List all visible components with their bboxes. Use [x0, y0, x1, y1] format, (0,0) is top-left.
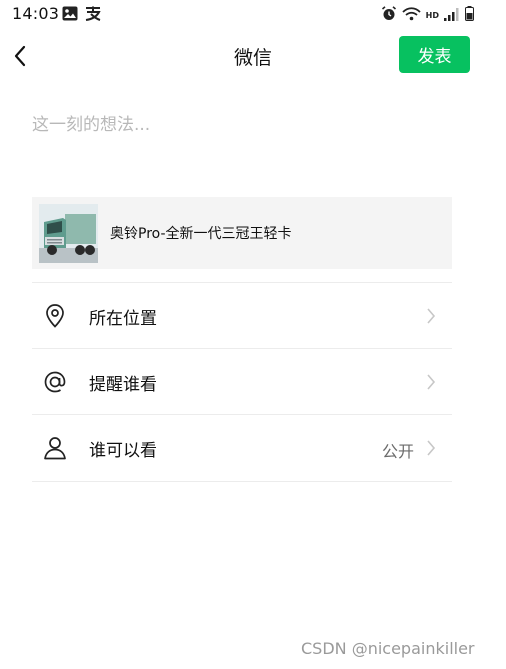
thought-input[interactable]	[32, 110, 452, 180]
link-card-title: 奥铃Pro-全新一代三冠王轻卡	[110, 226, 292, 242]
signal-icon	[444, 6, 460, 25]
nav-bar: 微信 发表	[0, 28, 506, 84]
option-label: 谁可以看	[89, 441, 157, 461]
person-icon	[42, 435, 68, 461]
hd-indicator: HD	[425, 11, 439, 20]
link-card[interactable]: 奥铃Pro-全新一代三冠王轻卡	[32, 197, 452, 269]
location-pin-icon	[42, 303, 68, 329]
option-mention[interactable]: 提醒谁看	[32, 348, 452, 415]
at-sign-icon	[42, 369, 68, 395]
alarm-icon	[381, 6, 397, 25]
wifi-icon	[402, 6, 421, 25]
option-label: 提醒谁看	[89, 375, 157, 395]
status-right-icons: HD	[381, 6, 474, 25]
option-location[interactable]: 所在位置	[32, 282, 452, 349]
option-label: 所在位置	[89, 309, 157, 329]
status-time: 14:03	[12, 4, 60, 23]
battery-icon	[465, 6, 474, 25]
alipay-icon	[84, 6, 102, 25]
visibility-value: 公开	[381, 442, 414, 461]
status-bar: 14:03 HD	[0, 0, 506, 28]
chevron-right-icon	[426, 373, 436, 391]
watermark-text: CSDN @nicepainkiller	[301, 639, 475, 658]
chevron-right-icon	[426, 439, 436, 457]
status-left-icons	[62, 6, 102, 25]
truck-thumbnail	[39, 203, 98, 263]
chevron-right-icon	[426, 307, 436, 325]
option-visibility[interactable]: 谁可以看 公开	[32, 414, 452, 482]
gallery-icon	[62, 6, 78, 25]
publish-button[interactable]: 发表	[399, 36, 470, 73]
